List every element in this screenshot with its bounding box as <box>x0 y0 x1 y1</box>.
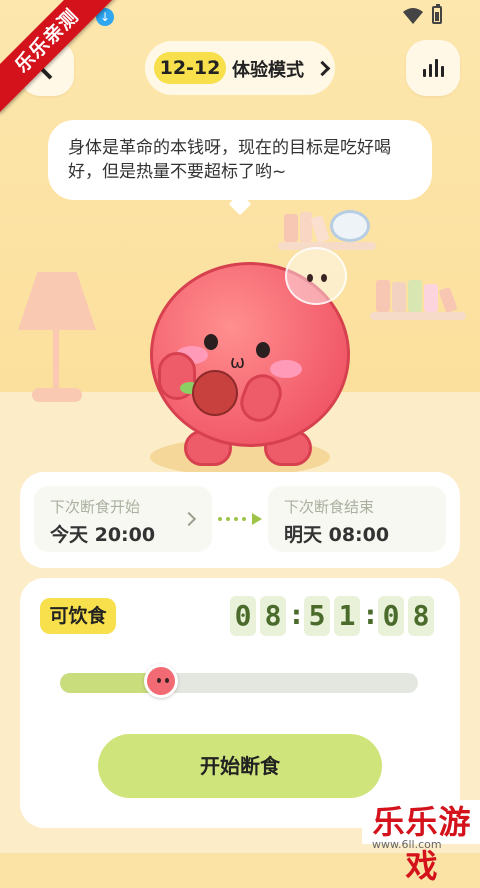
fasting-schedule-card: 下次断食开始 今天 20:00 下次断食结束 明天 08:00 <box>20 472 460 568</box>
alarm-clock-icon <box>330 210 370 242</box>
timer-digit: 0 <box>378 596 404 636</box>
fast-end-title: 下次断食结束 <box>284 498 375 516</box>
timer-digit: 8 <box>408 596 434 636</box>
book <box>408 280 422 312</box>
chevron-right-icon <box>181 511 197 527</box>
fast-end-time: 明天 08:00 <box>284 524 390 546</box>
battery-icon <box>432 4 442 24</box>
timer-digit: 5 <box>304 596 330 636</box>
fast-end-cell: 下次断食结束 明天 08:00 <box>268 486 446 552</box>
bar-chart-icon <box>423 59 445 77</box>
mascot-eye <box>256 342 270 358</box>
timer-digit: 8 <box>260 596 286 636</box>
apple-icon <box>192 370 238 416</box>
book <box>284 214 298 242</box>
fast-start-cell[interactable]: 下次断食开始 今天 20:00 <box>34 486 212 552</box>
progress-track <box>60 673 418 693</box>
book <box>424 284 438 312</box>
fast-start-time: 今天 20:00 <box>50 524 156 546</box>
timer-separator: : <box>288 598 305 631</box>
camera-bubble[interactable] <box>285 247 347 305</box>
chevron-right-icon <box>314 60 331 77</box>
timer-digit: 1 <box>334 596 360 636</box>
wifi-icon <box>403 8 423 24</box>
book <box>376 280 390 312</box>
lamp-pole <box>53 328 59 396</box>
camera-bubble-eye <box>321 274 327 282</box>
speech-bubble: 身体是革命的本钱呀，现在的目标是吃好喝好，但是热量不要超标了哟~ <box>48 120 432 200</box>
timer-separator: : <box>362 598 379 631</box>
book <box>392 282 406 312</box>
watermark-url: www.6ll.com <box>372 838 442 851</box>
mode-label: 体验模式 <box>232 60 304 81</box>
countdown-timer: 0 8 : 5 1 : 0 8 <box>230 596 442 636</box>
camera-bubble-eye <box>307 274 313 282</box>
date-badge: 12-12 <box>154 52 226 84</box>
fast-start-title: 下次断食开始 <box>50 498 141 516</box>
start-fasting-button[interactable]: 开始断食 <box>98 734 382 798</box>
mascot-cheek <box>270 360 302 378</box>
timer-card: 可饮食 0 8 : 5 1 : 0 8 开始断食 <box>20 578 460 828</box>
mascot-eye <box>204 334 218 350</box>
speech-text: 身体是革命的本钱呀，现在的目标是吃好喝好，但是热量不要超标了哟~ <box>68 138 391 182</box>
arrow-right-icon <box>218 512 262 526</box>
status-badge: 可饮食 <box>40 598 116 634</box>
wall-shelf <box>370 312 466 320</box>
progress-knob[interactable] <box>144 664 179 698</box>
stats-button[interactable] <box>406 40 460 96</box>
book <box>300 212 312 242</box>
timer-digit: 0 <box>230 596 256 636</box>
mascot-mouth: ω <box>230 352 246 373</box>
lamp-base <box>32 388 82 402</box>
mode-selector[interactable]: 12-12 体验模式 <box>145 41 335 95</box>
